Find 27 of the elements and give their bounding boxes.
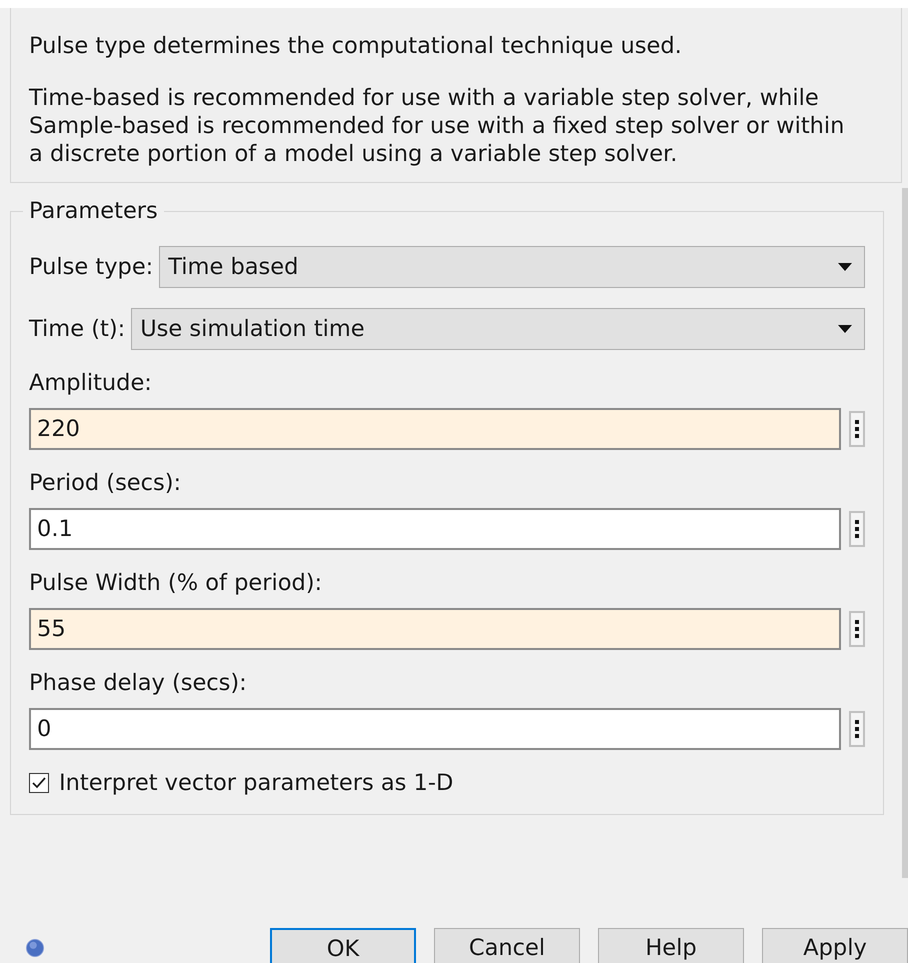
field-label: Phase delay (secs): xyxy=(29,670,247,696)
field-label: Pulse type: xyxy=(29,254,154,280)
scrollbar-thumb[interactable] xyxy=(902,188,908,878)
field-label: Amplitude: xyxy=(29,370,152,396)
input-field[interactable]: 0.1 xyxy=(29,508,841,550)
caret-icon xyxy=(838,263,852,271)
input-field[interactable]: 220 xyxy=(29,408,841,450)
more-options-button[interactable] xyxy=(849,511,865,547)
dialog-button[interactable]: Cancel xyxy=(434,928,580,963)
description-text: Pulse type determines the computational technique used. xyxy=(29,32,683,60)
dialog-button[interactable]: OK xyxy=(270,928,416,963)
more-options-button[interactable] xyxy=(849,711,865,747)
checkbox[interactable] xyxy=(29,773,49,793)
description-text: Time-based is recommended for use with a variable step solver, while Sample-based is recommended for use with a fixed step solver or within a discrete portion of a model using a variable step solver. xyxy=(29,84,846,168)
dropdown[interactable]: Use simulation time xyxy=(131,308,865,350)
field-label: Period (secs): xyxy=(29,470,182,496)
checkbox-label: Interpret vector parameters as 1-D xyxy=(59,770,454,796)
more-options-button[interactable] xyxy=(849,611,865,647)
dialog-button[interactable]: Apply xyxy=(762,928,908,963)
dialog-button[interactable]: Help xyxy=(598,928,744,963)
field-label: Pulse Width (% of period): xyxy=(29,570,322,596)
input-field[interactable]: 0 xyxy=(29,708,841,750)
more-options-button[interactable] xyxy=(849,411,865,447)
dropdown[interactable]: Time based xyxy=(159,246,865,288)
input-field[interactable]: 55 xyxy=(29,608,841,650)
caret-icon xyxy=(838,325,852,333)
field-label: Time (t): xyxy=(29,316,126,342)
